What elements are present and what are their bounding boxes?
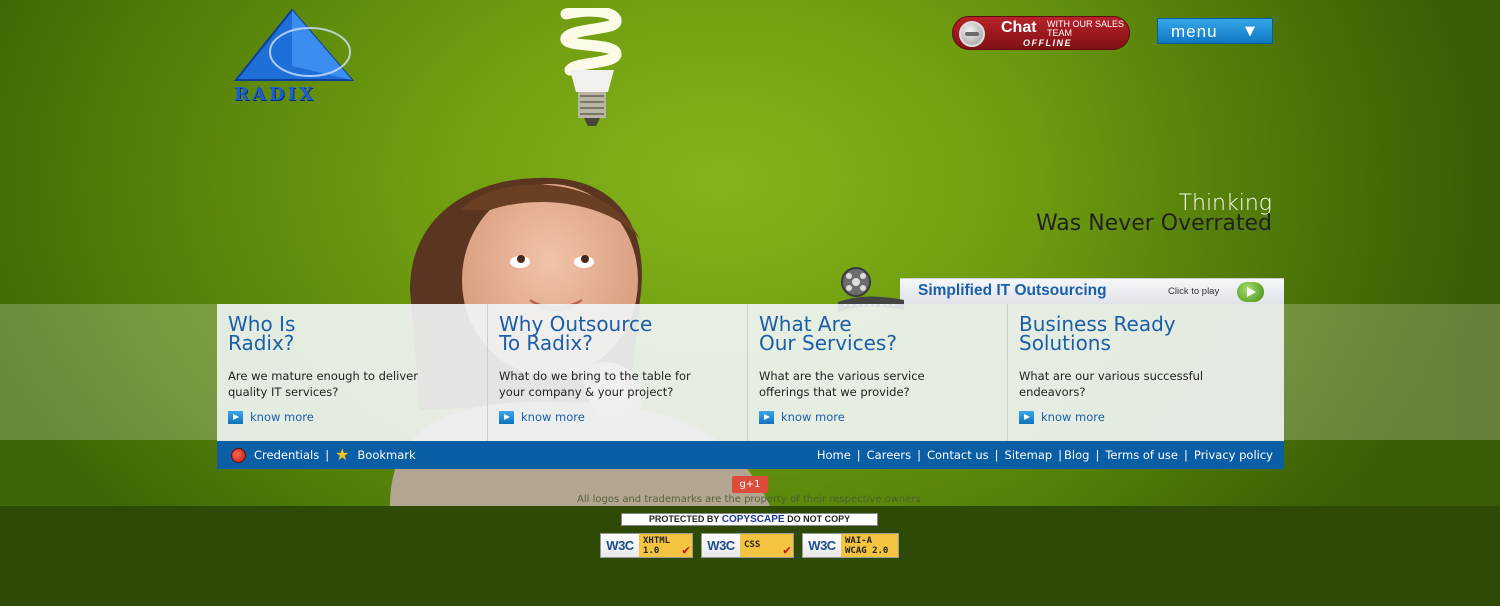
know-more-label: know more [1041, 410, 1105, 424]
separator: | [994, 448, 999, 462]
logo-wordmark[interactable]: RADIX [234, 84, 364, 105]
chat-status: OFFLINE [1023, 38, 1072, 48]
panel-description: What do we bring to the table for your c… [499, 368, 691, 400]
panel-title[interactable]: Who Is Radix? [228, 314, 295, 353]
copyscape-brand: COPYSCAPE [721, 514, 785, 525]
panel-services: What Are Our Services? What are the vari… [748, 304, 1008, 441]
w3c-wcag-badge[interactable]: W3C WAI-A WCAG 2.0 [802, 533, 899, 558]
seal-icon [231, 447, 246, 463]
nav-link-terms[interactable]: Terms of use [1105, 448, 1178, 462]
badge-spec-line: XHTML [643, 536, 671, 546]
check-icon: ✔ [783, 543, 791, 558]
credentials-link[interactable]: Credentials [231, 447, 320, 463]
badge-spec: WAI-A WCAG 2.0 [841, 534, 898, 557]
arrow-right-icon [759, 410, 774, 424]
badge-spec-line: WCAG 2.0 [845, 546, 889, 556]
lightbulb-icon [560, 8, 622, 126]
badge-spec-line: CSS [744, 540, 761, 550]
separator: | [1058, 448, 1063, 462]
panel-title[interactable]: Why Outsource To Radix? [499, 314, 652, 353]
panel-why-outsource: Why Outsource To Radix? What do we bring… [488, 304, 748, 441]
panel-desc-line: What do we bring to the table for [499, 369, 691, 383]
panel-desc-line: What are the various service [759, 369, 925, 383]
nav-links: Home | Careers | Contact us | Sitemap | … [817, 441, 1273, 469]
panel-desc-line: offerings that we provide? [759, 385, 910, 399]
video-play-bar[interactable]: Simplified IT Outsourcing Click to play [900, 278, 1284, 304]
w3c-xhtml-badge[interactable]: W3C XHTML 1.0 ✔ [600, 533, 693, 558]
nav-link-blog[interactable]: Blog [1064, 448, 1089, 462]
caret-down-icon: ▼ [1245, 24, 1255, 39]
know-more-label: know more [781, 410, 845, 424]
chat-subtitle: With our Sales Team [1047, 19, 1125, 38]
panel-desc-line: quality IT services? [228, 385, 339, 399]
footer-nav-bar: Credentials | ★ Bookmark Home | Careers … [217, 441, 1284, 469]
separator: | [1095, 448, 1100, 462]
bookmark-label: Bookmark [357, 448, 416, 462]
separator: | [325, 448, 330, 462]
know-more-link[interactable]: know more [499, 410, 585, 424]
arrow-right-icon [499, 410, 514, 424]
check-icon: ✔ [682, 543, 690, 558]
panel-description: Are we mature enough to deliver quality … [228, 368, 418, 400]
panel-description: What are the various service offerings t… [759, 368, 925, 400]
badge-spec: XHTML 1.0 ✔ [639, 534, 692, 557]
know-more-label: know more [521, 410, 585, 424]
play-icon[interactable] [1237, 282, 1264, 302]
google-plus-button[interactable]: g+1 [732, 476, 768, 493]
w3c-logo: W3C [606, 538, 634, 553]
chat-sales-button[interactable]: Chat With our Sales Team OFFLINE [952, 16, 1130, 50]
separator: | [1183, 448, 1188, 462]
nav-link-privacy[interactable]: Privacy policy [1194, 448, 1273, 462]
know-more-link[interactable]: know more [228, 410, 314, 424]
bookmark-link[interactable]: ★ Bookmark [335, 447, 416, 463]
nav-link-sitemap[interactable]: Sitemap [1005, 448, 1053, 462]
copyscape-prefix: PROTECTED BY [648, 514, 720, 524]
panel-desc-line: endeavors? [1019, 385, 1086, 399]
nav-link-home[interactable]: Home [817, 448, 851, 462]
menu-label: menu [1171, 22, 1218, 41]
info-panels: Who Is Radix? Are we mature enough to de… [217, 304, 1284, 441]
panel-business-solutions: Business Ready Solutions What are our va… [1008, 304, 1284, 441]
nav-left-group: Credentials | ★ Bookmark [231, 441, 416, 469]
badge-spec-line: 1.0 [643, 546, 660, 556]
w3c-logo: W3C [808, 538, 836, 553]
arrow-right-icon [1019, 410, 1034, 424]
badge-spec: CSS ✔ [740, 534, 793, 557]
menu-button[interactable]: menu ▼ [1157, 18, 1273, 44]
panel-desc-line: What are our various successful [1019, 369, 1204, 383]
copyscape-badge[interactable]: PROTECTED BY COPYSCAPE DO NOT COPY [621, 513, 878, 526]
panel-who-is-radix: Who Is Radix? Are we mature enough to de… [217, 304, 488, 441]
credentials-label: Credentials [254, 448, 320, 462]
nav-link-careers[interactable]: Careers [867, 448, 911, 462]
panel-desc-line: your company & your project? [499, 385, 674, 399]
tagline-line-2: Was Never Overrated [1035, 211, 1272, 236]
badge-spec-line: WAI-A [845, 536, 873, 546]
know-more-link[interactable]: know more [759, 410, 845, 424]
star-icon: ★ [335, 445, 350, 464]
chat-title: Chat [1001, 19, 1037, 36]
w3c-logo: W3C [707, 538, 735, 553]
panel-title[interactable]: What Are Our Services? [759, 314, 897, 353]
panel-title[interactable]: Business Ready Solutions [1019, 314, 1176, 353]
copyscape-suffix: DO NOT COPY [787, 514, 851, 524]
separator: | [856, 448, 861, 462]
arrow-right-icon [228, 410, 243, 424]
know-more-link[interactable]: know more [1019, 410, 1105, 424]
offline-indicator-icon [959, 21, 985, 47]
video-title: Simplified IT Outsourcing [918, 282, 1107, 299]
know-more-label: know more [250, 410, 314, 424]
separator: | [917, 448, 921, 462]
w3c-css-badge[interactable]: W3C CSS ✔ [701, 533, 794, 558]
panel-description: What are our various successful endeavor… [1019, 368, 1203, 400]
video-play-text: Click to play [1168, 286, 1220, 297]
panel-desc-line: Are we mature enough to deliver [228, 369, 418, 383]
nav-link-contact[interactable]: Contact us [927, 448, 989, 462]
copyright-text: All logos and trademarks are the propert… [577, 494, 921, 505]
